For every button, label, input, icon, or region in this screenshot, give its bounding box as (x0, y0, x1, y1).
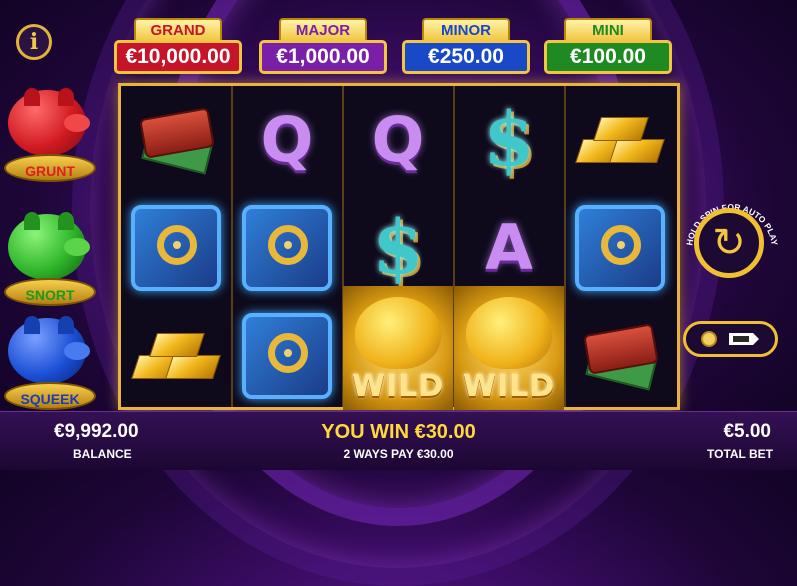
wild-label: WILD (351, 369, 445, 404)
q-symbol: Q (260, 103, 314, 176)
reel-cell (565, 302, 675, 409)
jackpot-name: MINOR (422, 18, 510, 42)
reel-5 (565, 86, 675, 407)
vault-symbol (242, 204, 332, 291)
reel-3: Q $ WILD (343, 86, 455, 410)
piggy-ear (24, 316, 40, 334)
jackpot-value: €100.00 (544, 40, 672, 74)
jackpot-value: €10,000.00 (114, 40, 242, 74)
piggy-ear (24, 88, 40, 106)
bet-arrow-icon (728, 333, 759, 345)
jackpot-name: MINI (564, 18, 652, 42)
gold-bar (593, 116, 649, 141)
reel-4: $ A WILD (454, 86, 566, 410)
refresh-icon: ↻ (712, 221, 746, 265)
gold-bars-symbol (131, 331, 221, 381)
gold-pig-icon (466, 297, 552, 369)
wild-label: WILD (462, 369, 556, 404)
total-bet-value: €5.00 (723, 421, 771, 442)
piggy-grunt: GRUNT (4, 86, 102, 186)
jackpot-value: €250.00 (402, 40, 530, 74)
jackpot-name: MAJOR (279, 18, 367, 42)
reel-cell: $ (343, 194, 453, 301)
piggy-ear (24, 212, 40, 230)
info-icon: i (29, 29, 39, 55)
win-amount: YOU WIN €30.00 (321, 421, 476, 443)
jackpot-bar: GRAND €10,000.00 MAJOR €1,000.00 MINOR €… (112, 12, 685, 82)
piggy-ear (58, 212, 74, 230)
dollar-symbol: $ (483, 96, 535, 183)
gold-bar (165, 354, 221, 379)
spin-ring: ↻ (694, 208, 764, 278)
jackpot-major: MAJOR €1,000.00 (257, 12, 389, 78)
reel-cell (232, 194, 342, 301)
gold-bar (149, 332, 205, 357)
reel-cell: WILD (343, 286, 453, 410)
coin-stack-icon (700, 331, 717, 347)
piggy-snort: SNORT (4, 210, 102, 310)
win-detail: 2 WAYS PAY €30.00 (343, 447, 454, 461)
piggy-ear (58, 88, 74, 106)
gold-pig-icon (355, 297, 441, 369)
info-button[interactable]: i (16, 24, 52, 60)
spin-button[interactable]: HOLD SPIN FOR AUTO PLAY ↻ (678, 190, 786, 298)
piggy-label: SNORT (25, 287, 75, 303)
gold-bars-symbol (575, 115, 665, 165)
wallet-symbol (580, 321, 660, 391)
reel-cell (565, 194, 675, 301)
piggy-label: SQUEEK (20, 391, 80, 407)
gold-bar (609, 138, 665, 163)
reel-cell: A (454, 194, 564, 301)
total-bet-label: TOTAL BET (707, 447, 773, 461)
reel-cell: Q (343, 86, 453, 193)
piggy-snout (64, 342, 90, 360)
reel-cell (121, 194, 231, 301)
a-symbol: A (485, 211, 533, 284)
reel-cell: Q (232, 86, 342, 193)
reel-cell (121, 302, 231, 409)
reel-cell (121, 86, 231, 193)
jackpot-mini: MINI €100.00 (542, 12, 674, 78)
vault-symbol (242, 312, 332, 399)
reel-cell: WILD (454, 286, 564, 410)
reel-cell (232, 302, 342, 409)
piggy-squeek: SQUEEK (4, 314, 102, 414)
jackpot-minor: MINOR €250.00 (400, 12, 532, 78)
jackpot-grand: GRAND €10,000.00 (112, 12, 244, 78)
reel-cell (565, 86, 675, 193)
piggy-label: GRUNT (25, 163, 75, 179)
vault-symbol (575, 204, 665, 291)
footer-bar: €9,992.00 BALANCE YOU WIN €30.00 2 WAYS … (0, 411, 797, 470)
bet-settings-button[interactable] (683, 321, 778, 357)
dollar-symbol: $ (372, 204, 424, 291)
vault-symbol (131, 204, 221, 291)
piggy-snout (64, 238, 90, 256)
piggy-snout (64, 114, 90, 132)
jackpot-value: €1,000.00 (259, 40, 387, 74)
reel-1 (121, 86, 233, 407)
reel-cell: $ (454, 86, 564, 193)
reel-2: Q (232, 86, 344, 407)
piggy-ear (58, 316, 74, 334)
reel-grid: Q Q $ WILD $ A WILD (118, 83, 680, 410)
q-symbol: Q (371, 103, 425, 176)
jackpot-name: GRAND (134, 18, 222, 42)
wallet-symbol (136, 105, 216, 175)
